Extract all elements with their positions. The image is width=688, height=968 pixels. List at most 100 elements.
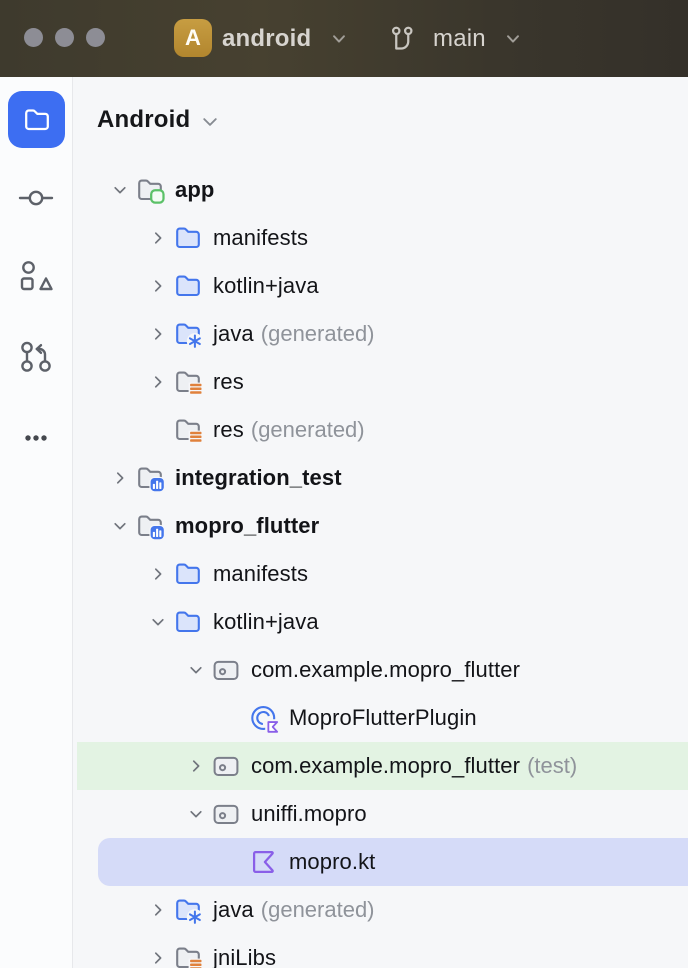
tool-structure-icon (16, 257, 56, 297)
folder-generated-icon (173, 319, 203, 349)
kotlin-file-icon (249, 847, 279, 877)
tree-row-jnilibs[interactable]: jniLibs (73, 934, 688, 968)
folder-generated-icon (173, 895, 203, 925)
tree-row-kotlin-java[interactable]: kotlin+java (73, 262, 688, 310)
tree-item-label: com.example.mopro_flutter (251, 657, 520, 683)
project-view-selector[interactable]: Android (97, 106, 222, 134)
tree-item-label: manifests (213, 225, 308, 251)
tree-item-label: app (175, 177, 214, 203)
sidebar-item-more[interactable] (16, 418, 56, 458)
git-branch-selector[interactable]: main (433, 0, 486, 77)
project-view-label: Android (97, 106, 190, 134)
tree-item-suffix: (generated) (261, 897, 375, 923)
tree-item-label: jniLibs (213, 945, 276, 968)
tree-item-label: res (213, 369, 244, 395)
tree-row-res[interactable]: res (73, 358, 688, 406)
window-minimize-button[interactable] (55, 28, 74, 47)
tree-item-suffix: (generated) (251, 417, 365, 443)
gradle-module-icon (135, 511, 165, 541)
tree-row-manifests[interactable]: manifests (73, 550, 688, 598)
sidebar-item-commit[interactable] (16, 178, 56, 218)
package-icon (211, 751, 241, 781)
android-module-icon (135, 175, 165, 205)
tree-item-label: res (213, 417, 244, 443)
tree-item-label: mopro_flutter (175, 513, 319, 539)
chevron-right-icon[interactable] (143, 262, 173, 310)
chevron-right-icon[interactable] (181, 742, 211, 790)
kotlin-class-icon (249, 703, 279, 733)
package-icon (211, 655, 241, 685)
tree-row-res-generated[interactable]: res (generated) (73, 406, 688, 454)
tree-item-label: mopro.kt (289, 849, 375, 875)
tool-window-sidebar (0, 77, 73, 968)
chevron-down-icon[interactable] (181, 646, 211, 694)
tree-row-mopro-flutter[interactable]: mopro_flutter (73, 502, 688, 550)
folder-blue-icon (173, 271, 203, 301)
tree-row-moproflutterplugin[interactable]: MoproFlutterPlugin (73, 694, 688, 742)
tree-row-com-example-mopro-flutter-test[interactable]: com.example.mopro_flutter (test) (73, 742, 688, 790)
project-tool-window: Android app manifests kotlin+java java (gen… (73, 77, 688, 968)
tool-more-icon (16, 418, 56, 458)
chevron-right-icon[interactable] (143, 310, 173, 358)
tree-item-label: kotlin+java (213, 273, 319, 299)
chevron-down-icon[interactable] (105, 166, 135, 214)
tree-item-label: java (213, 897, 254, 923)
chevron-right-icon[interactable] (143, 214, 173, 262)
folder-res-icon (173, 415, 203, 445)
package-icon (211, 799, 241, 829)
chevron-down-icon[interactable] (181, 790, 211, 838)
project-file-tree: appmanifestskotlin+java java(generated) … (73, 166, 688, 968)
chevron-spacer (219, 694, 249, 742)
chevron-down-icon[interactable] (502, 28, 524, 50)
folder-blue-icon (173, 607, 203, 637)
project-selector[interactable]: android (222, 0, 311, 77)
chevron-spacer (143, 406, 173, 454)
tree-item-suffix: (generated) (261, 321, 375, 347)
folder-res-icon (173, 367, 203, 397)
tree-row-mopro-kt[interactable]: mopro.kt (73, 838, 688, 886)
sidebar-item-pull-requests[interactable] (16, 337, 56, 377)
tool-commit-icon (16, 178, 56, 218)
tree-item-label: com.example.mopro_flutter (251, 753, 520, 779)
selection-highlight (98, 838, 688, 886)
tree-row-manifests[interactable]: manifests (73, 214, 688, 262)
chevron-right-icon[interactable] (143, 550, 173, 598)
folder-res-icon (173, 943, 203, 968)
tree-item-label: integration_test (175, 465, 342, 491)
tree-item-suffix: (test) (527, 753, 577, 779)
chevron-right-icon[interactable] (143, 886, 173, 934)
window-titlebar: A android main (0, 0, 688, 77)
sidebar-item-structure[interactable] (16, 257, 56, 297)
window-close-button[interactable] (24, 28, 43, 47)
project-badge[interactable]: A (174, 19, 212, 57)
chevron-down-icon[interactable] (143, 598, 173, 646)
chevron-down-icon[interactable] (198, 110, 222, 134)
chevron-down-icon[interactable] (105, 502, 135, 550)
tool-pull-requests-icon (16, 337, 56, 377)
tree-row-app[interactable]: app (73, 166, 688, 214)
tree-item-label: MoproFlutterPlugin (289, 705, 477, 731)
tree-item-label: uniffi.mopro (251, 801, 367, 827)
tree-row-com-example-mopro-flutter[interactable]: com.example.mopro_flutter (73, 646, 688, 694)
window-zoom-button[interactable] (86, 28, 105, 47)
tree-item-label: java (213, 321, 254, 347)
tree-row-integration-test[interactable]: integration_test (73, 454, 688, 502)
folder-blue-icon (173, 223, 203, 253)
tree-row-kotlin-java[interactable]: kotlin+java (73, 598, 688, 646)
tree-row-uniffi-mopro[interactable]: uniffi.mopro (73, 790, 688, 838)
chevron-right-icon[interactable] (105, 454, 135, 502)
tree-row-java-generated[interactable]: java (generated) (73, 886, 688, 934)
tool-project-icon (22, 105, 52, 135)
chevron-right-icon[interactable] (143, 934, 173, 968)
git-branch-icon (388, 24, 418, 54)
tree-item-label: manifests (213, 561, 308, 587)
sidebar-item-project[interactable] (8, 91, 65, 148)
gradle-module-icon (135, 463, 165, 493)
chevron-spacer (219, 838, 249, 886)
folder-blue-icon (173, 559, 203, 589)
tree-item-label: kotlin+java (213, 609, 319, 635)
main-content: Android app manifests kotlin+java java (gen… (0, 77, 688, 968)
chevron-down-icon[interactable] (328, 28, 350, 50)
tree-row-java-generated[interactable]: java (generated) (73, 310, 688, 358)
chevron-right-icon[interactable] (143, 358, 173, 406)
